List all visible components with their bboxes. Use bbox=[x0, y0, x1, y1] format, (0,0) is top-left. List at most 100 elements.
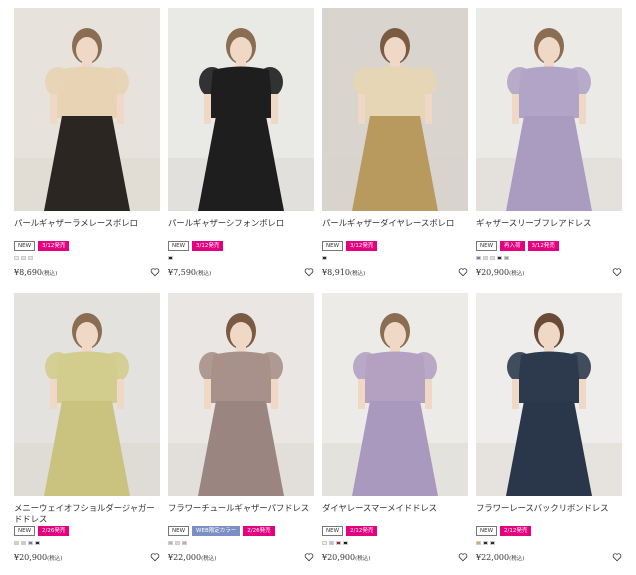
price-row: ¥22,000(税込) bbox=[476, 552, 622, 562]
color-swatch[interactable] bbox=[28, 256, 33, 260]
product-name[interactable]: メニーウェイオフショルダージャガードドレス bbox=[14, 504, 160, 526]
product-photo[interactable] bbox=[476, 293, 622, 496]
new-badge: NEW bbox=[322, 241, 344, 251]
color-swatch[interactable] bbox=[336, 541, 341, 545]
product-photo[interactable] bbox=[476, 8, 622, 211]
product-name[interactable]: パールギャザーラメレースボレロ bbox=[14, 219, 160, 241]
product-card[interactable]: ダイヤレースマーメイドドレス NEW 2/12発売 ¥20,900(税込) bbox=[322, 293, 468, 562]
favorite-heart-icon[interactable] bbox=[304, 267, 314, 277]
price-row: ¥20,900(税込) bbox=[14, 552, 160, 562]
new-badge: NEW bbox=[14, 241, 36, 251]
product-card[interactable]: フラワーレースバックリボンドレス NEW 2/12発売 ¥22,000(税込) bbox=[476, 293, 622, 562]
color-swatch[interactable] bbox=[28, 541, 33, 545]
product-card[interactable]: ギャザースリーブフレアドレス NEW 再入荷 3/12発売 ¥20,900(税込) bbox=[476, 8, 622, 277]
new-badge: NEW bbox=[14, 526, 36, 536]
color-swatch[interactable] bbox=[504, 256, 509, 260]
product-price: ¥22,000(税込) bbox=[476, 552, 525, 562]
product-card[interactable]: パールギャザーラメレースボレロ NEW 3/12発売 ¥8,690(税込) bbox=[14, 8, 160, 277]
product-name[interactable]: フラワーチュールギャザーパフドレス bbox=[168, 504, 314, 526]
product-photo[interactable] bbox=[168, 293, 314, 496]
color-swatch[interactable] bbox=[168, 541, 173, 545]
color-swatch[interactable] bbox=[322, 256, 327, 260]
product-price: ¥22,000(税込) bbox=[168, 552, 217, 562]
product-name[interactable]: ギャザースリーブフレアドレス bbox=[476, 219, 622, 241]
favorite-heart-icon[interactable] bbox=[150, 552, 160, 562]
color-swatch[interactable] bbox=[14, 256, 19, 260]
web-limited-badge: WEB限定カラー bbox=[192, 526, 241, 536]
product-name[interactable]: パールギャザーダイヤレースボレロ bbox=[322, 219, 468, 241]
price-row: ¥20,900(税込) bbox=[322, 552, 468, 562]
new-badge: NEW bbox=[168, 526, 190, 536]
color-swatches bbox=[322, 541, 468, 545]
product-card[interactable]: フラワーチュールギャザーパフドレス NEW WEB限定カラー 2/26発売 ¥22,00… bbox=[168, 293, 314, 562]
color-swatches bbox=[476, 256, 622, 260]
color-swatches bbox=[168, 256, 314, 260]
product-card[interactable]: メニーウェイオフショルダージャガードドレス NEW 2/26発売 ¥20,900(税込… bbox=[14, 293, 160, 562]
color-swatch[interactable] bbox=[476, 256, 481, 260]
color-swatch[interactable] bbox=[175, 541, 180, 545]
color-swatch[interactable] bbox=[35, 541, 40, 545]
model-illustration bbox=[476, 293, 622, 496]
release-date-badge: 2/26発売 bbox=[38, 526, 70, 536]
color-swatch[interactable] bbox=[21, 541, 26, 545]
price-row: ¥7,590(税込) bbox=[168, 267, 314, 277]
release-date-badge: 3/12発売 bbox=[527, 241, 559, 251]
release-date-badge: 2/12発売 bbox=[500, 526, 532, 536]
tax-label: (税込) bbox=[509, 555, 525, 562]
product-name[interactable]: ダイヤレースマーメイドドレス bbox=[322, 504, 468, 526]
product-photo[interactable] bbox=[322, 293, 468, 496]
color-swatch[interactable] bbox=[21, 256, 26, 260]
product-name[interactable]: フラワーレースバックリボンドレス bbox=[476, 504, 622, 526]
favorite-heart-icon[interactable] bbox=[458, 267, 468, 277]
color-swatch[interactable] bbox=[483, 541, 488, 545]
new-badge: NEW bbox=[476, 526, 498, 536]
color-swatch[interactable] bbox=[322, 541, 327, 545]
color-swatch[interactable] bbox=[329, 541, 334, 545]
color-swatch[interactable] bbox=[483, 256, 488, 260]
color-swatch[interactable] bbox=[490, 541, 495, 545]
color-swatches bbox=[168, 541, 314, 545]
model-illustration bbox=[168, 293, 314, 496]
favorite-heart-icon[interactable] bbox=[612, 552, 622, 562]
color-swatch[interactable] bbox=[182, 541, 187, 545]
badge-row: NEW 再入荷 3/12発売 bbox=[476, 241, 622, 251]
color-swatch[interactable] bbox=[497, 256, 502, 260]
tax-label: (税込) bbox=[350, 270, 366, 277]
product-name[interactable]: パールギャザーシフォンボレロ bbox=[168, 219, 314, 241]
price-row: ¥8,910(税込) bbox=[322, 267, 468, 277]
favorite-heart-icon[interactable] bbox=[612, 267, 622, 277]
price-row: ¥22,000(税込) bbox=[168, 552, 314, 562]
product-card[interactable]: パールギャザーシフォンボレロ NEW 3/12発売 ¥7,590(税込) bbox=[168, 8, 314, 277]
release-date-badge: 3/12発売 bbox=[346, 241, 378, 251]
color-swatch[interactable] bbox=[14, 541, 19, 545]
tax-label: (税込) bbox=[201, 555, 217, 562]
model-illustration bbox=[14, 8, 160, 211]
tax-label: (税込) bbox=[47, 555, 63, 562]
product-photo[interactable] bbox=[168, 8, 314, 211]
new-badge: NEW bbox=[168, 241, 190, 251]
product-price: ¥8,910(税込) bbox=[322, 267, 366, 277]
favorite-heart-icon[interactable] bbox=[304, 552, 314, 562]
product-card[interactable]: パールギャザーダイヤレースボレロ NEW 3/12発売 ¥8,910(税込) bbox=[322, 8, 468, 277]
new-badge: NEW bbox=[476, 241, 498, 251]
color-swatch[interactable] bbox=[476, 541, 481, 545]
badge-row: NEW 2/12発売 bbox=[322, 526, 468, 536]
color-swatches bbox=[14, 256, 160, 260]
product-price: ¥20,900(税込) bbox=[476, 267, 525, 277]
color-swatch[interactable] bbox=[343, 541, 348, 545]
release-date-badge: 3/12発売 bbox=[38, 241, 70, 251]
favorite-heart-icon[interactable] bbox=[150, 267, 160, 277]
product-photo[interactable] bbox=[14, 293, 160, 496]
price-row: ¥8,690(税込) bbox=[14, 267, 160, 277]
model-illustration bbox=[168, 8, 314, 211]
product-photo[interactable] bbox=[14, 8, 160, 211]
color-swatch[interactable] bbox=[490, 256, 495, 260]
color-swatch[interactable] bbox=[168, 256, 173, 260]
product-photo[interactable] bbox=[322, 8, 468, 211]
restock-badge: 再入荷 bbox=[500, 241, 525, 251]
favorite-heart-icon[interactable] bbox=[458, 552, 468, 562]
product-price: ¥20,900(税込) bbox=[14, 552, 63, 562]
tax-label: (税込) bbox=[42, 270, 58, 277]
model-illustration bbox=[476, 8, 622, 211]
product-price: ¥7,590(税込) bbox=[168, 267, 212, 277]
